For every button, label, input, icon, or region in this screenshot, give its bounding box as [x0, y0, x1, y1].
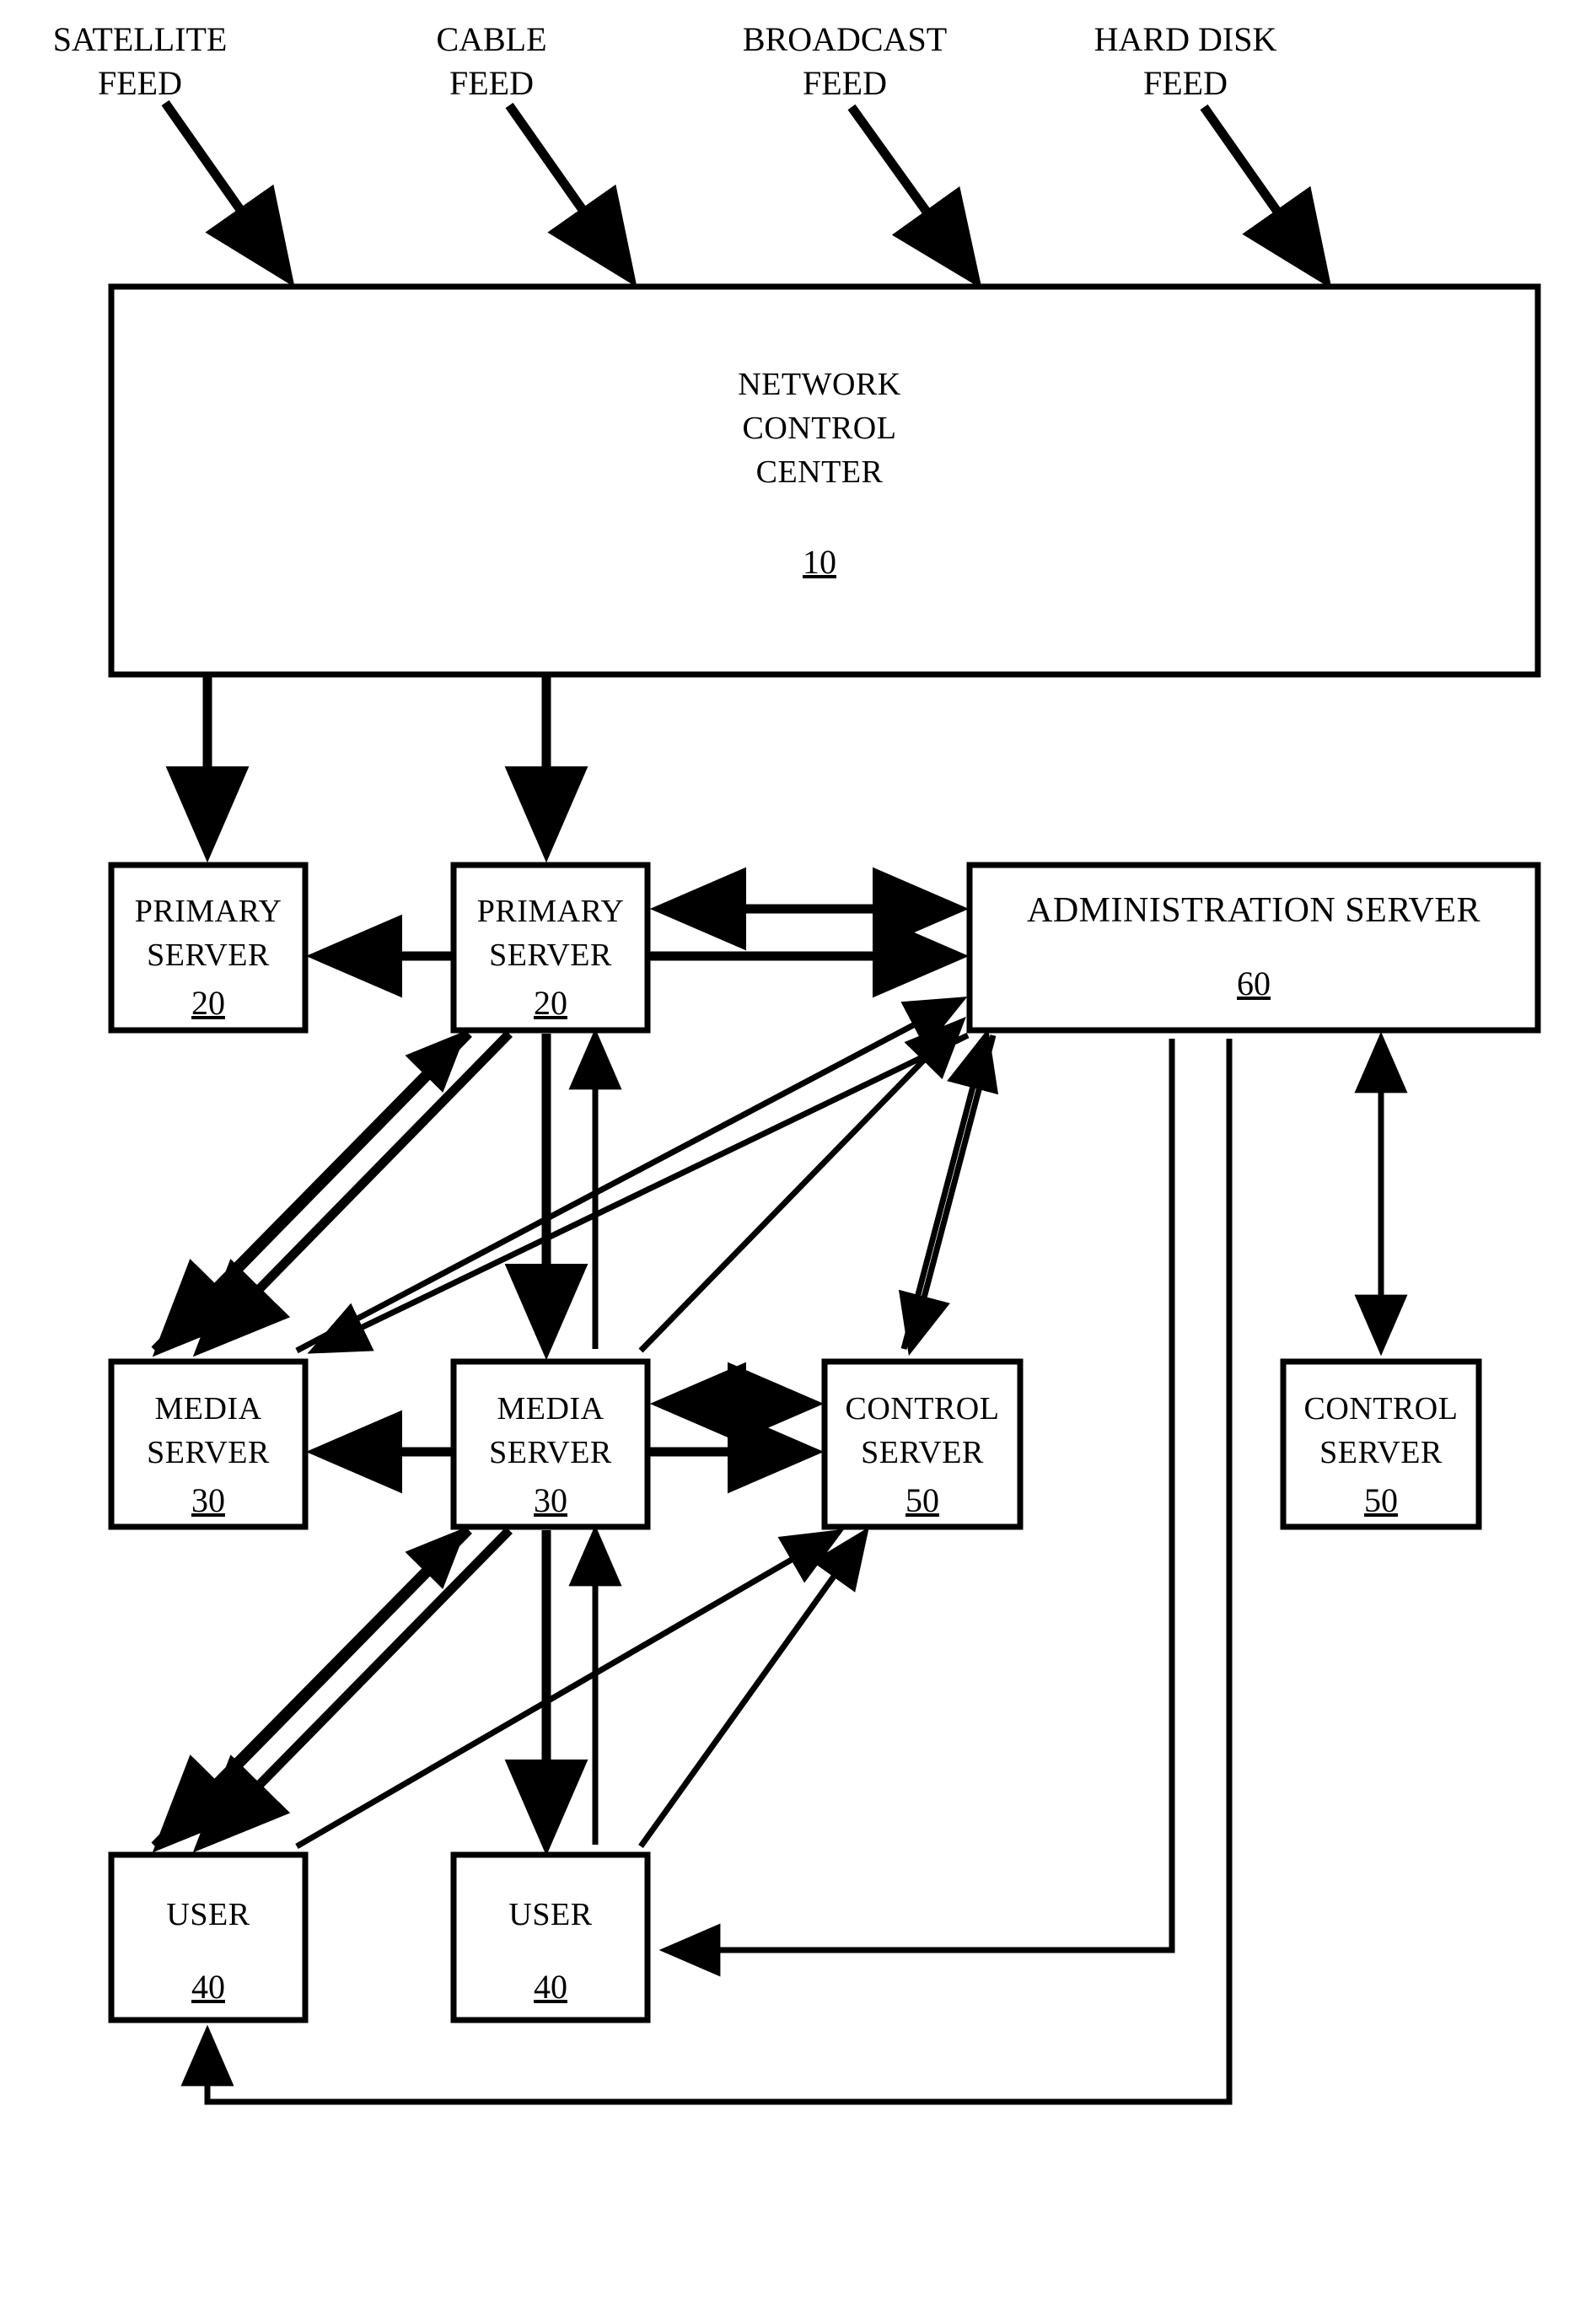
- ncc-line3: CENTER: [756, 454, 884, 490]
- ps1-ref: 20: [191, 984, 225, 1022]
- ncc-line2: CONTROL: [743, 411, 897, 446]
- cable-feed-line1: CABLE: [436, 20, 546, 58]
- ncc-ref: 10: [803, 543, 836, 581]
- cs2-line1: CONTROL: [1304, 1391, 1459, 1427]
- feed-label-hard-disk: HARD DISK FEED: [1094, 20, 1277, 102]
- link-user1-to-control1: [295, 1529, 845, 1850]
- feed-arrow-hard-disk: [1200, 104, 1332, 289]
- ms2-line1: MEDIA: [497, 1391, 604, 1427]
- ps2-line1: PRIMARY: [477, 894, 625, 929]
- feed-arrow-broadcast: [847, 104, 982, 289]
- cs2-ref: 50: [1364, 1481, 1398, 1519]
- link-user1-to-media2: [151, 1527, 467, 1847]
- cs1-ref: 50: [905, 1481, 939, 1519]
- link-admin-to-user1-route: [180, 1039, 1233, 2105]
- administration-server-box: [966, 862, 1541, 1034]
- link-media2-to-admin: [638, 1016, 966, 1353]
- admin-ref: 60: [1237, 964, 1271, 1002]
- link-media2-user1-bidir: [152, 1527, 513, 1853]
- user1-ref: 40: [191, 1968, 225, 2006]
- link-primary2-media1-bidir: [152, 1030, 513, 1357]
- ps2-ref: 20: [534, 984, 567, 1022]
- ps1-line1: PRIMARY: [135, 894, 282, 929]
- ps1-line2: SERVER: [147, 938, 270, 973]
- broadcast-feed-line1: BROADCAST: [743, 20, 947, 58]
- link-media1-to-admin: [295, 997, 968, 1354]
- admin-line1: ADMINISTRATION SERVER: [1027, 891, 1480, 930]
- ms2-line2: SERVER: [489, 1435, 612, 1470]
- satellite-feed-line2: FEED: [98, 64, 182, 102]
- feed-arrow-cable: [505, 102, 637, 287]
- broadcast-feed-line2: FEED: [803, 64, 887, 102]
- ms1-line1: MEDIA: [154, 1391, 261, 1427]
- cs1-line2: SERVER: [861, 1435, 984, 1470]
- diagram-canvas: SATELLITE FEED CABLE FEED BROADCAST FEED…: [53, 20, 1541, 2105]
- satellite-feed-line1: SATELLITE: [53, 20, 228, 58]
- hard-disk-feed-line1: HARD DISK: [1094, 20, 1277, 58]
- patent-figure: SATELLITE FEED CABLE FEED BROADCAST FEED…: [0, 0, 1596, 2305]
- ms1-ref: 30: [191, 1481, 225, 1519]
- cable-feed-line2: FEED: [449, 64, 534, 102]
- ncc-line1: NETWORK: [738, 367, 901, 402]
- ms1-line2: SERVER: [147, 1435, 270, 1470]
- hard-disk-feed-line2: FEED: [1143, 64, 1228, 102]
- feed-label-satellite: SATELLITE FEED: [53, 20, 228, 102]
- user1-line1: USER: [166, 1897, 250, 1932]
- cs2-line2: SERVER: [1319, 1435, 1443, 1470]
- link-admin-to-control1: [898, 1034, 997, 1357]
- feed-label-cable: CABLE FEED: [436, 20, 546, 102]
- feed-label-broadcast: BROADCAST FEED: [743, 20, 947, 102]
- ms2-ref: 30: [534, 1481, 567, 1519]
- cs1-line1: CONTROL: [846, 1391, 1000, 1427]
- ps2-line2: SERVER: [489, 938, 612, 973]
- feed-arrow-satellite: [161, 99, 295, 287]
- link-control1-to-admin: [900, 1028, 999, 1350]
- user2-ref: 40: [534, 1968, 567, 2006]
- user2-line1: USER: [508, 1897, 592, 1932]
